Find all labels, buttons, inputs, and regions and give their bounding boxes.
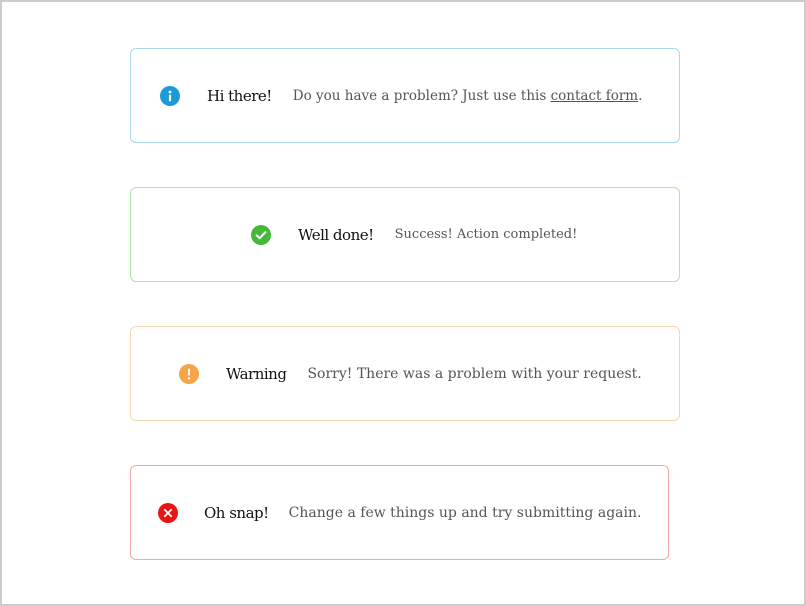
info-icon: [160, 85, 180, 106]
error-alert-content: Oh snap! Change a few things up and try …: [158, 466, 641, 559]
error-alert-message: Change a few things up and try submittin…: [288, 504, 642, 521]
check-icon: [251, 224, 271, 245]
page-frame: Hi there! Do you have a problem? Just us…: [0, 0, 806, 606]
warning-alert: Warning Sorry! There was a problem with …: [130, 326, 680, 421]
success-alert-title: Well done!: [298, 225, 374, 244]
info-alert-title: Hi there!: [207, 86, 272, 105]
warning-alert-message: Sorry! There was a problem with your req…: [307, 365, 642, 382]
success-alert-message: Success! Action completed!: [394, 227, 578, 242]
contact-form-link[interactable]: contact form: [551, 88, 639, 104]
info-alert-message-end: .: [638, 87, 643, 104]
close-icon: [158, 502, 178, 523]
info-alert-message: Do you have a problem? Just use this con…: [293, 88, 643, 104]
info-alert-message-text: Do you have a problem? Just use this: [292, 87, 551, 104]
error-alert: Oh snap! Change a few things up and try …: [130, 465, 669, 560]
success-alert: Well done! Success! Action completed!: [130, 187, 680, 282]
info-alert: Hi there! Do you have a problem? Just us…: [130, 48, 680, 143]
error-alert-title: Oh snap!: [204, 503, 269, 522]
success-alert-content: Well done! Success! Action completed!: [251, 188, 577, 281]
info-alert-content: Hi there! Do you have a problem? Just us…: [160, 49, 642, 142]
exclamation-icon: [179, 363, 199, 384]
warning-alert-content: Warning Sorry! There was a problem with …: [179, 327, 642, 420]
warning-alert-title: Warning: [226, 364, 287, 383]
